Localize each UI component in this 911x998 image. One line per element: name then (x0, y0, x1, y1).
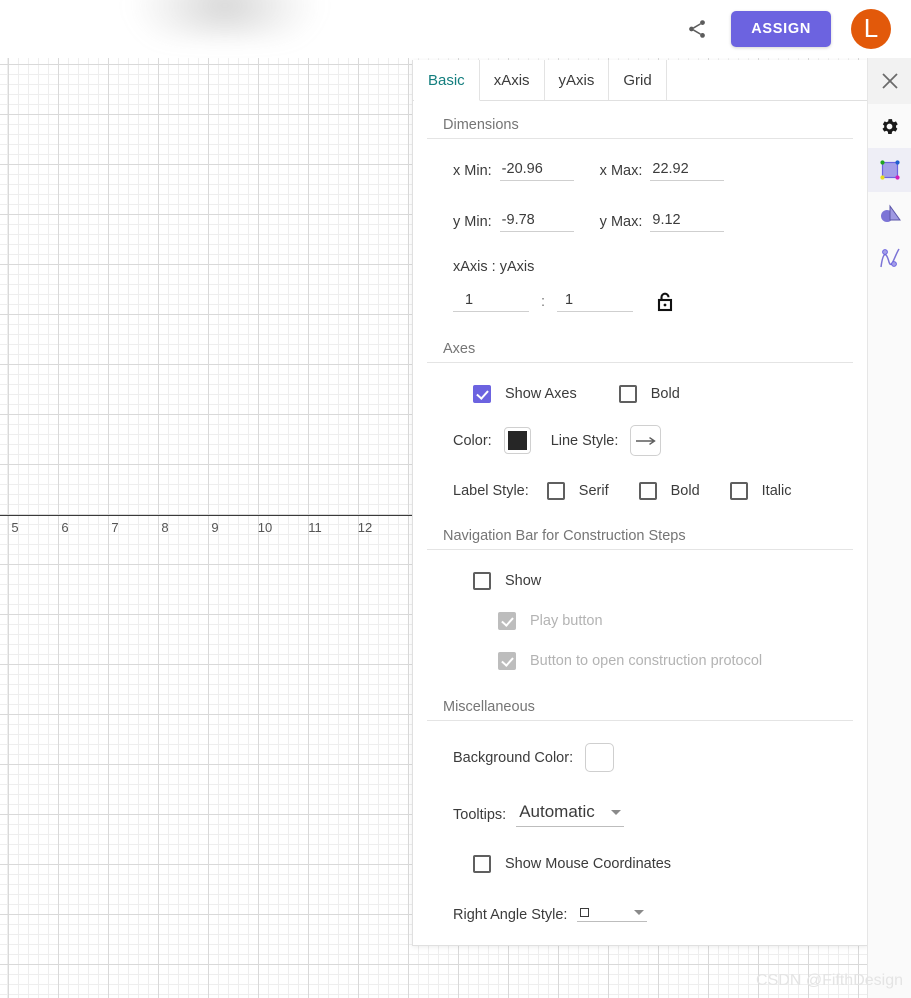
axis-tick-label: 5 (11, 520, 19, 535)
assign-button[interactable]: ASSIGN (731, 11, 831, 47)
square-with-points-icon[interactable] (868, 148, 911, 192)
navbar-section-title: Navigation Bar for Construction Steps (427, 528, 853, 550)
serif-label: Serif (578, 483, 609, 499)
tab-bar-filler (666, 60, 867, 100)
y-max-input[interactable] (650, 212, 725, 232)
x-max-input[interactable] (650, 161, 725, 181)
show-axes-label: Show Axes (505, 386, 577, 402)
axis-ratio-label-row: xAxis : yAxis (413, 259, 867, 275)
serif-checkbox[interactable] (546, 482, 565, 500)
axes-color-swatch-fill (507, 431, 527, 450)
axis-ratio-label: xAxis : yAxis (453, 259, 535, 275)
axes-color-swatch[interactable] (503, 427, 531, 454)
navbar-show-label: Show (505, 573, 542, 589)
y-range-row: y Min: y Max: (413, 212, 867, 232)
axis-tick-label: 8 (161, 520, 169, 535)
label-italic-label: Italic (761, 483, 792, 499)
background-color-label: Background Color: (453, 749, 574, 766)
axis-ratio-row: : (413, 291, 867, 313)
x-max-label: x Max: (599, 163, 643, 179)
tab-basic[interactable]: Basic (414, 60, 480, 101)
unlock-icon[interactable] (655, 291, 675, 313)
y-max-label: y Max: (599, 214, 643, 230)
y-min-label: y Min: (453, 214, 492, 230)
label-style-label: Label Style: (453, 483, 529, 499)
dimensions-section-title: Dimensions (427, 117, 853, 139)
axes-bold-checkbox[interactable] (618, 385, 637, 403)
axis-tick-label: 10 (257, 520, 273, 535)
tooltips-select[interactable]: Automatic (516, 802, 624, 827)
right-angle-style-select[interactable] (577, 908, 648, 922)
background-color-row: Background Color: (413, 743, 867, 772)
gear-icon[interactable] (868, 104, 911, 148)
top-header: ASSIGN L (0, 0, 911, 58)
panel-body: Dimensions x Min: x Max: y Min: y Max: x… (413, 101, 867, 946)
chevron-down-icon (634, 910, 645, 915)
header-blur-decoration (130, 0, 320, 40)
x-min-label: x Min: (453, 163, 492, 179)
label-italic-checkbox[interactable] (729, 482, 748, 500)
x-min-input[interactable] (499, 161, 574, 181)
line-style-label: Line Style: (550, 432, 619, 449)
tooltips-selected-value: Automatic (519, 802, 595, 821)
tab-yaxis[interactable]: yAxis (544, 60, 610, 100)
axis-tick-label: 9 (211, 520, 219, 535)
label-bold-checkbox[interactable] (638, 482, 657, 500)
axis-tick-label: 12 (357, 520, 373, 535)
share-icon[interactable] (683, 15, 711, 43)
miscellaneous-section: Miscellaneous (413, 699, 867, 721)
axis-tick-label: 6 (61, 520, 69, 535)
right-angle-style-label: Right Angle Style: (453, 907, 568, 923)
close-icon[interactable] (868, 58, 911, 104)
tab-bar: Basic xAxis yAxis Grid (413, 60, 867, 101)
axes-color-row: Color: Line Style: (413, 425, 867, 456)
axes-section-title: Axes (427, 341, 853, 363)
ratio-x-input[interactable] (453, 292, 529, 312)
tab-grid[interactable]: Grid (609, 60, 667, 100)
axis-tick-label: 7 (111, 520, 119, 535)
background-color-swatch[interactable] (585, 743, 615, 772)
ratio-separator: : (541, 294, 546, 310)
navbar-section: Navigation Bar for Construction Steps (413, 528, 867, 550)
tooltips-row: Tooltips: Automatic (413, 802, 867, 827)
chevron-down-icon (610, 809, 621, 815)
x-range-row: x Min: x Max: (413, 161, 867, 181)
right-angle-square-icon (580, 908, 590, 917)
dimensions-section: Dimensions (413, 117, 867, 139)
header-actions: ASSIGN L (683, 0, 891, 58)
avatar[interactable]: L (851, 9, 891, 49)
navbar-show-checkbox[interactable] (473, 572, 491, 590)
navbar-play-label: Play button (530, 613, 603, 629)
axes-section: Axes (413, 341, 867, 363)
axes-color-label: Color: (453, 432, 492, 449)
y-min-input[interactable] (499, 212, 574, 232)
ratio-y-input[interactable] (557, 292, 634, 312)
miscellaneous-section-title: Miscellaneous (427, 699, 853, 721)
function-graph-icon[interactable] (868, 236, 911, 280)
navbar-show-row: Show (413, 572, 867, 590)
axis-tick-label: 11 (308, 520, 322, 535)
arrow-right-icon (635, 436, 656, 445)
axes-bold-label: Bold (650, 386, 680, 402)
navbar-play-row: Play button (413, 612, 867, 630)
show-mouse-coordinates-row: Show Mouse Coordinates (413, 855, 867, 873)
navbar-play-checkbox (498, 612, 516, 630)
line-style-button[interactable] (630, 425, 662, 456)
show-axes-row: Show Axes Bold (413, 385, 867, 403)
right-toolbar (867, 58, 911, 998)
label-bold-label: Bold (670, 483, 700, 499)
label-style-row: Label Style: Serif Bold Italic (413, 482, 867, 500)
tooltips-label: Tooltips: (453, 806, 507, 823)
tab-xaxis[interactable]: xAxis (479, 60, 545, 100)
navbar-protocol-checkbox (498, 652, 516, 670)
show-mouse-coordinates-checkbox[interactable] (473, 855, 491, 873)
settings-panel: Basic xAxis yAxis Grid Dimensions x Min:… (412, 60, 868, 946)
show-axes-checkbox[interactable] (473, 385, 491, 403)
circle-triangle-icon[interactable] (868, 192, 911, 236)
show-mouse-coordinates-label: Show Mouse Coordinates (505, 856, 672, 872)
navbar-protocol-label: Button to open construction protocol (530, 653, 763, 669)
navbar-protocol-row: Button to open construction protocol (413, 652, 867, 670)
right-angle-style-row: Right Angle Style: (413, 907, 867, 923)
